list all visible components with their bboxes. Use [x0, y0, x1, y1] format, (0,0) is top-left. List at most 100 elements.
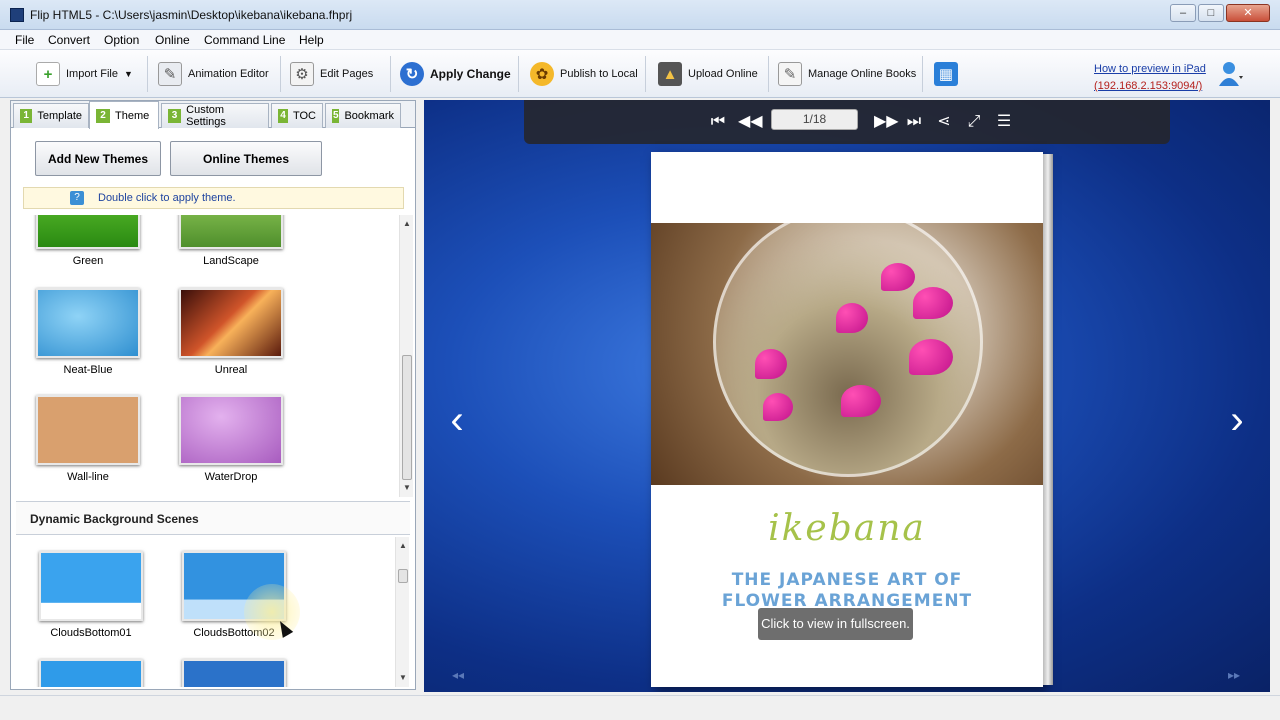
theme-item-waterdrop[interactable]: WaterDrop	[179, 395, 283, 483]
first-page-icon[interactable]: ⏮	[708, 112, 728, 132]
publish-local-label: Publish to Local	[560, 68, 638, 80]
user-account-icon[interactable]	[1218, 60, 1244, 88]
book-cover[interactable]: ikebana THE JAPANESE ART OF FLOWER ARRAN…	[651, 152, 1053, 687]
scroll-thumb[interactable]	[398, 569, 408, 583]
maximize-button[interactable]: □	[1198, 4, 1224, 22]
theme-item-wall-line[interactable]: Wall-line	[36, 395, 140, 483]
prev-page-arrow-icon[interactable]: ‹	[442, 400, 472, 440]
theme-item-green[interactable]: Green	[36, 215, 140, 267]
dynamic-scenes-heading: Dynamic Background Scenes	[16, 501, 410, 535]
orchid-flower	[909, 339, 953, 375]
import-file-button[interactable]: + Import File ▼	[36, 56, 133, 92]
menu-command-line[interactable]: Command Line	[204, 33, 285, 47]
tab-label: Bookmark	[344, 110, 394, 122]
toolbar: + Import File ▼ ✎ Animation Editor ⚙ Edi…	[0, 50, 1280, 98]
preview-ipad-link[interactable]: How to preview in iPad (192.168.2.153:90…	[1094, 61, 1206, 95]
share-icon[interactable]: ⋖	[934, 112, 954, 132]
add-new-themes-button[interactable]: Add New Themes	[35, 141, 161, 176]
next-page-arrow-icon[interactable]: ›	[1222, 400, 1252, 440]
edit-pages-label: Edit Pages	[320, 68, 374, 80]
close-button[interactable]: ✕	[1226, 4, 1270, 22]
menu-convert[interactable]: Convert	[48, 33, 90, 47]
help-icon: ?	[70, 191, 84, 205]
theme-thumbnail	[36, 395, 140, 465]
upload-online-button[interactable]: ▲ Upload Online	[658, 56, 758, 92]
tab-number: 1	[20, 109, 33, 123]
scroll-up-icon[interactable]: ▲	[400, 217, 414, 231]
theme-thumbnail	[179, 395, 283, 465]
flipbook-preview[interactable]: ⏮ ◀◀ 1/18 ▶▶ ⏭ ⋖ ⤢ ☰ ‹ › ikebana THE JAP…	[424, 100, 1270, 692]
apply-change-button[interactable]: ↻ Apply Change	[400, 56, 511, 92]
toolbar-separator	[518, 56, 519, 92]
tab-theme[interactable]: 2 Theme	[89, 101, 159, 129]
scene-item-cloudsbottom01[interactable]: CloudsBottom01	[39, 551, 143, 639]
toolbar-separator	[280, 56, 281, 92]
edit-pages-icon: ⚙	[290, 62, 314, 86]
toolbar-separator	[147, 56, 148, 92]
preview-ip-address[interactable]: (192.168.2.153:9094/)	[1094, 78, 1206, 95]
orchid-flower	[763, 393, 793, 421]
settings-panel: 1 Template 2 Theme 3 Custom Settings 4 T…	[10, 100, 416, 690]
app-icon	[10, 8, 24, 22]
menu-option[interactable]: Option	[104, 33, 139, 47]
scene-item[interactable]	[39, 659, 143, 687]
theme-list: Green LandScape Neat-Blue Unreal Wall-li…	[15, 215, 403, 497]
menu-help[interactable]: Help	[299, 33, 324, 47]
theme-item-landscape[interactable]: LandScape	[179, 215, 283, 267]
scroll-down-icon[interactable]: ▼	[400, 481, 414, 495]
small-prev-icon[interactable]: ◂◂	[452, 668, 464, 682]
scroll-thumb[interactable]	[402, 355, 412, 480]
menu-file[interactable]: File	[15, 33, 34, 47]
theme-item-unreal[interactable]: Unreal	[179, 288, 283, 376]
theme-thumbnail	[36, 288, 140, 358]
theme-item-neat-blue[interactable]: Neat-Blue	[36, 288, 140, 376]
tab-label: Custom Settings	[186, 104, 226, 128]
theme-label: Unreal	[214, 364, 248, 376]
tab-label: TOC	[292, 110, 316, 122]
tab-number: 3	[168, 109, 182, 123]
dynamic-scenes-list: CloudsBottom01 CloudsBottom02	[15, 537, 403, 687]
page-indicator-input[interactable]: 1/18	[771, 109, 858, 130]
scroll-down-icon[interactable]: ▼	[396, 671, 410, 685]
tab-toc[interactable]: 4 TOC	[271, 103, 323, 128]
tab-bookmark[interactable]: 5 Bookmark	[325, 103, 401, 128]
theme-thumbnail	[179, 288, 283, 358]
scroll-up-icon[interactable]: ▲	[396, 539, 410, 553]
manage-online-books-button[interactable]: ✎ Manage Online Books	[778, 56, 916, 92]
shopping-cart-icon: ▦	[934, 62, 958, 86]
tab-custom-settings[interactable]: 3 Custom Settings	[161, 103, 269, 128]
tab-number: 5	[332, 109, 340, 123]
animation-editor-button[interactable]: ✎ Animation Editor	[158, 56, 269, 92]
small-next-icon[interactable]: ▸▸	[1228, 668, 1240, 682]
hint-text: Double click to apply theme.	[98, 192, 236, 204]
import-file-label: Import File	[66, 68, 118, 80]
previous-page-icon[interactable]: ◀◀	[738, 112, 763, 132]
fullscreen-icon[interactable]: ⤢	[964, 112, 984, 132]
next-page-icon[interactable]: ▶▶	[874, 112, 899, 132]
scenes-scrollbar[interactable]: ▲ ▼	[395, 537, 409, 687]
orchid-flower	[755, 349, 787, 379]
edit-pages-button[interactable]: ⚙ Edit Pages	[290, 56, 373, 92]
publish-local-button[interactable]: ✿ Publish to Local	[530, 56, 638, 92]
hint-bar: ? Double click to apply theme.	[23, 187, 404, 209]
menu-online[interactable]: Online	[155, 33, 190, 47]
online-themes-button[interactable]: Online Themes	[170, 141, 322, 176]
toolbar-separator	[768, 56, 769, 92]
cover-subtitle-line: THE JAPANESE ART OF	[731, 570, 963, 590]
tab-template[interactable]: 1 Template	[13, 103, 89, 128]
tab-number: 2	[96, 108, 110, 123]
book-spine	[1043, 154, 1053, 685]
theme-list-scrollbar[interactable]: ▲ ▼	[399, 215, 413, 497]
minimize-button[interactable]: –	[1170, 4, 1196, 22]
thumbnails-icon[interactable]: ☰	[994, 112, 1014, 132]
dropdown-arrow-icon[interactable]: ▼	[124, 69, 133, 79]
preview-ipad-label[interactable]: How to preview in iPad	[1094, 61, 1206, 78]
scene-item[interactable]	[182, 659, 286, 687]
theme-label: Green	[72, 255, 104, 267]
shop-cart-button[interactable]: ▦	[934, 56, 958, 92]
animation-editor-icon: ✎	[158, 62, 182, 86]
scene-thumbnail	[39, 551, 143, 621]
apply-change-label: Apply Change	[430, 67, 511, 81]
last-page-icon[interactable]: ⏭	[904, 112, 924, 132]
orchid-flower	[913, 287, 953, 319]
